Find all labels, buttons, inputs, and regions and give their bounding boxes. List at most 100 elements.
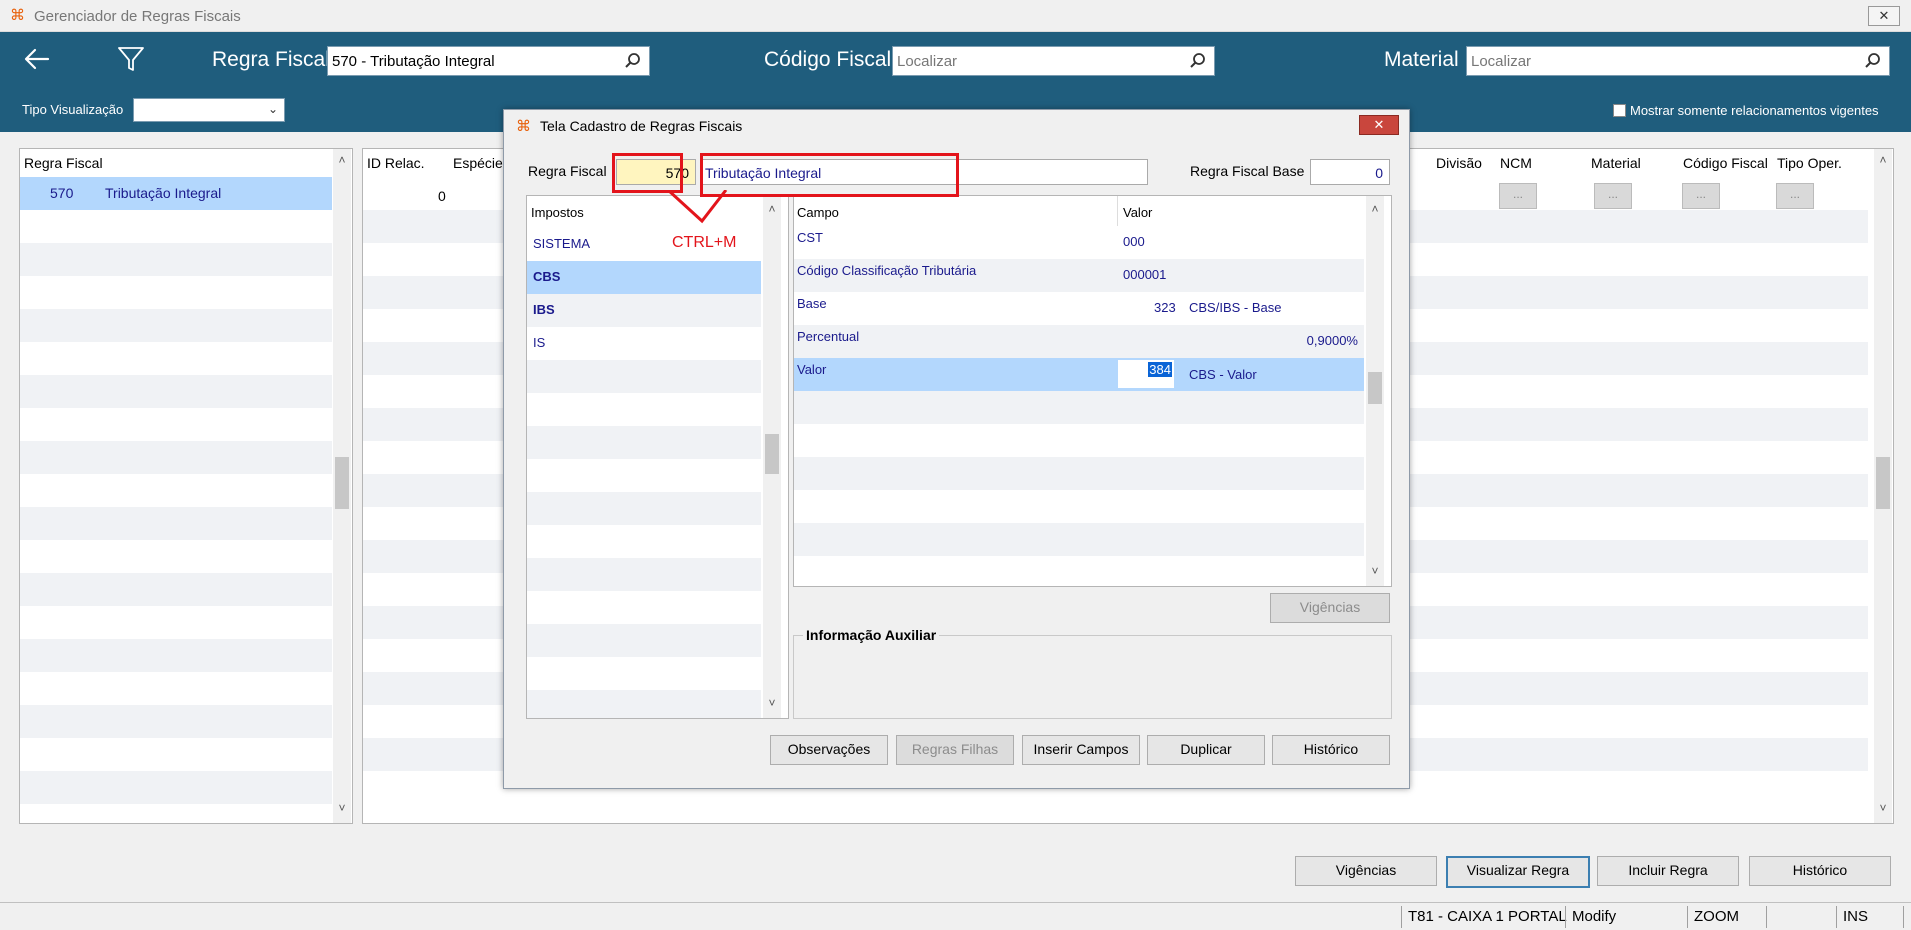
- column-header-divisao: Divisão: [1436, 155, 1482, 171]
- scroll-thumb[interactable]: [1368, 372, 1382, 404]
- window-close-button[interactable]: ✕: [1868, 6, 1900, 26]
- campo-base: Base: [797, 296, 827, 311]
- codigo-fiscal-ellipsis-button[interactable]: ...: [1682, 183, 1720, 209]
- table-row[interactable]: Base 323 CBS/IBS - Base: [794, 292, 1364, 325]
- regra-fiscal-base-input[interactable]: 0: [1310, 159, 1390, 185]
- dialog-title-bar: ⌘ Tela Cadastro de Regras Fiscais ✕: [504, 110, 1409, 140]
- status-terminal: T81 - CAIXA 1 PORTAL: [1401, 906, 1572, 928]
- tipo-visualizacao-value: Personalizadas: [138, 103, 227, 118]
- material-search-placeholder: Localizar: [1471, 53, 1532, 70]
- codigo-fiscal-label: Código Fiscal: [764, 48, 892, 71]
- annotation-ctrl-m: CTRL+M: [672, 234, 737, 251]
- annotation-arrow-icon: [666, 190, 728, 224]
- regra-fiscal-label: Regra Fiscal: [212, 48, 330, 71]
- informacao-auxiliar-group: [793, 635, 1392, 719]
- regra-fiscal-base-value: 0: [1375, 165, 1383, 181]
- informacao-auxiliar-label: Informação Auxiliar: [803, 627, 940, 643]
- chevron-down-icon[interactable]: ˅: [1366, 564, 1384, 578]
- material-search[interactable]: Localizar: [1466, 46, 1890, 76]
- dialog-historico-button[interactable]: Histórico: [1272, 735, 1390, 765]
- chevron-up-icon[interactable]: ˄: [1874, 153, 1892, 167]
- table-row[interactable]: Valor 384 CBS - Valor: [794, 358, 1364, 391]
- imposto-sistema: SISTEMA: [533, 236, 591, 251]
- regra-fiscal-list: Regra Fiscal 570 Tributação Integral ˄ ˅: [19, 148, 353, 824]
- ncm-ellipsis-button[interactable]: ...: [1499, 183, 1537, 209]
- chevron-down-icon[interactable]: ˅: [1874, 801, 1892, 815]
- codigo-fiscal-search-placeholder: Localizar: [897, 53, 958, 70]
- observacoes-button[interactable]: Observações: [770, 735, 888, 765]
- scroll-thumb[interactable]: [1876, 457, 1890, 509]
- column-header-material: Material: [1591, 155, 1641, 171]
- search-icon[interactable]: [1188, 51, 1208, 71]
- valor-valor: 384: [1148, 362, 1172, 377]
- dialog-regra-fiscal-label: Regra Fiscal: [528, 163, 607, 179]
- column-header-especie: Espécie: [453, 155, 503, 171]
- mostrar-vigentes-checkbox[interactable]: [1613, 104, 1626, 117]
- status-blank: [1766, 906, 1843, 928]
- incluir-regra-button[interactable]: Incluir Regra: [1597, 856, 1739, 886]
- campo-percentual: Percentual: [797, 329, 860, 344]
- status-zoom: ZOOM: [1687, 906, 1773, 928]
- list-item[interactable]: IS: [527, 327, 761, 360]
- grid-scrollbar[interactable]: ˄ ˅: [1874, 149, 1892, 823]
- codigo-fiscal-search[interactable]: Localizar: [892, 46, 1215, 76]
- status-bar: T81 - CAIXA 1 PORTAL Modify ZOOM INS: [0, 902, 1911, 930]
- campo-column-header: Campo: [797, 205, 839, 220]
- valor-percentual: 0,9000%: [1306, 333, 1358, 348]
- left-list-scrollbar[interactable]: ˄ ˅: [333, 149, 351, 823]
- list-item[interactable]: 570 Tributação Integral: [20, 177, 332, 210]
- campo-classificacao: Código Classificação Tributária: [797, 263, 977, 278]
- regra-fiscal-search[interactable]: 570 - Tributação Integral: [327, 46, 650, 76]
- back-arrow-icon[interactable]: [22, 44, 52, 74]
- valor-cst: 000: [1123, 234, 1145, 249]
- search-icon[interactable]: [623, 51, 643, 71]
- tipo-oper-ellipsis-button[interactable]: ...: [1776, 183, 1814, 209]
- campos-grid: Campo Valor CST 000 Código Classificação…: [793, 195, 1392, 587]
- tipo-visualizacao-label: Tipo Visualização: [22, 102, 124, 117]
- imposto-ibs: IBS: [533, 302, 555, 317]
- first-row-id: 0: [438, 188, 446, 204]
- imposto-is: IS: [533, 335, 546, 350]
- inserir-campos-button[interactable]: Inserir Campos: [1022, 735, 1140, 765]
- scroll-thumb[interactable]: [765, 434, 779, 474]
- column-header-ncm: NCM: [1500, 155, 1532, 171]
- dialog-vigencias-button[interactable]: Vigências: [1270, 593, 1390, 623]
- dialog-app-icon: ⌘: [516, 118, 531, 135]
- filter-icon[interactable]: [116, 44, 146, 74]
- dialog-close-button[interactable]: ✕: [1359, 115, 1399, 135]
- column-header-codigo-fiscal: Código Fiscal: [1683, 155, 1768, 171]
- duplicar-button[interactable]: Duplicar: [1147, 735, 1265, 765]
- chevron-up-icon[interactable]: ˄: [763, 202, 781, 216]
- table-row[interactable]: CST 000: [794, 226, 1364, 259]
- material-ellipsis-button[interactable]: ...: [1594, 183, 1632, 209]
- regra-fiscal-search-value: 570 - Tributação Integral: [332, 53, 495, 70]
- chevron-down-icon[interactable]: ˅: [333, 801, 351, 815]
- visualizar-regra-button[interactable]: Visualizar Regra: [1446, 856, 1590, 888]
- search-icon[interactable]: [1863, 51, 1883, 71]
- campos-scrollbar[interactable]: ˄ ˅: [1366, 196, 1384, 586]
- impostos-scrollbar[interactable]: ˄ ˅: [763, 196, 781, 718]
- table-row[interactable]: Percentual 0,9000%: [794, 325, 1364, 358]
- historico-button[interactable]: Histórico: [1749, 856, 1891, 886]
- column-header-tipo-oper: Tipo Oper.: [1777, 155, 1842, 171]
- chevron-up-icon[interactable]: ˄: [1366, 202, 1384, 216]
- column-header-id-relac: ID Relac.: [367, 155, 425, 171]
- scroll-thumb[interactable]: [335, 457, 349, 509]
- valor-column-header: Valor: [1123, 205, 1153, 220]
- impostos-header: Impostos: [531, 205, 584, 220]
- chevron-up-icon[interactable]: ˄: [333, 153, 351, 167]
- status-ins: INS: [1836, 906, 1904, 928]
- valor-base-desc: CBS/IBS - Base: [1189, 300, 1282, 315]
- material-label: Material: [1384, 48, 1459, 71]
- regras-filhas-button[interactable]: Regras Filhas: [896, 735, 1014, 765]
- impostos-list: Impostos SISTEMA CBS IBS IS ˄ ˅: [526, 195, 789, 719]
- table-row[interactable]: Código Classificação Tributária 000001: [794, 259, 1364, 292]
- tipo-visualizacao-select[interactable]: Personalizadas ⌄: [133, 98, 285, 122]
- regra-fiscal-base-label: Regra Fiscal Base: [1190, 163, 1305, 179]
- list-item[interactable]: IBS: [527, 294, 761, 327]
- campo-cst: CST: [797, 230, 823, 245]
- valor-edit-field[interactable]: 384: [1118, 360, 1174, 388]
- chevron-down-icon[interactable]: ˅: [763, 696, 781, 710]
- vigencias-button[interactable]: Vigências: [1295, 856, 1437, 886]
- list-item[interactable]: CBS: [527, 261, 761, 294]
